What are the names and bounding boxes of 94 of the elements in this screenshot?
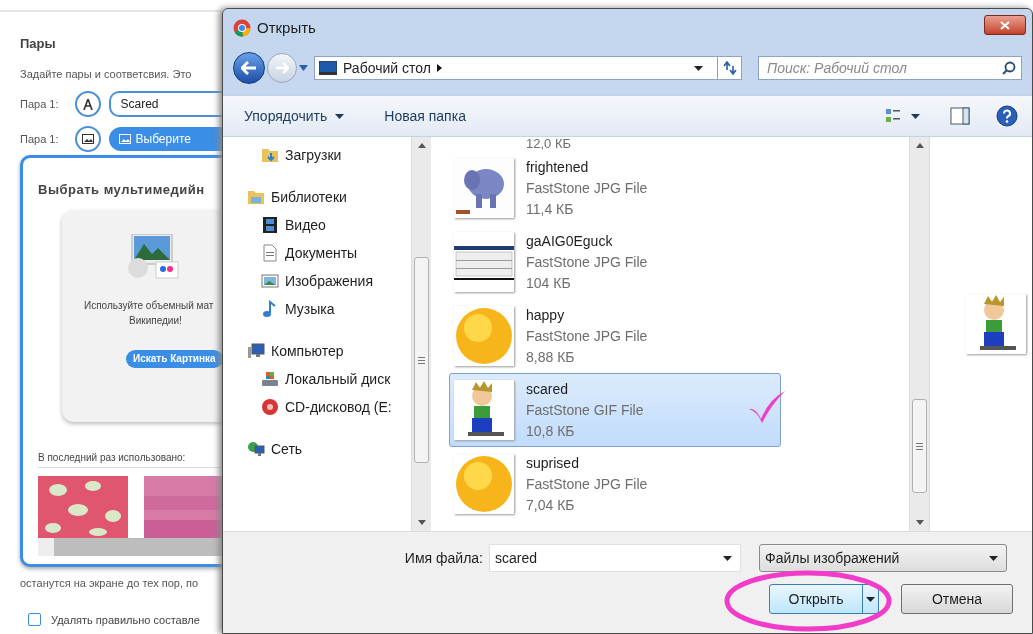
file-name: happy — [526, 305, 566, 325]
network-icon — [247, 440, 265, 458]
text-mode-button[interactable] — [74, 91, 101, 117]
nav-item[interactable]: Библиотеки — [223, 183, 411, 211]
back-button[interactable] — [233, 52, 265, 84]
letter-icon — [82, 98, 93, 110]
file-size: 8,88 КБ — [526, 347, 576, 367]
scrollbar[interactable] — [411, 137, 431, 531]
preview-pane-icon[interactable] — [950, 107, 970, 125]
file-name: suprised — [526, 453, 580, 473]
check-mark-icon — [747, 389, 787, 425]
window-title: Открыть — [257, 17, 316, 38]
nav-item[interactable]: Загрузки — [223, 141, 411, 169]
file-size: 11,4 КБ — [526, 199, 575, 219]
file-size: 104 КБ — [526, 273, 572, 293]
nav-item[interactable]: Изображения — [223, 267, 411, 295]
help-icon[interactable] — [996, 105, 1018, 127]
filename-label: Имя файла: — [403, 548, 484, 568]
scroll-up-icon[interactable] — [915, 143, 924, 148]
file-name: scared — [526, 379, 570, 399]
file-size: 12,0 КБ — [526, 137, 572, 150]
grip-icon — [916, 442, 923, 450]
document-icon — [261, 244, 279, 262]
section-title: Пары — [20, 35, 57, 53]
nav-item[interactable]: Музыка — [223, 295, 411, 323]
caret-icon — [335, 113, 345, 119]
desktop-icon — [319, 61, 337, 75]
nav-item[interactable]: Компьютер — [223, 337, 411, 365]
scrollbar[interactable] — [909, 137, 929, 531]
promo-text: Википедии! — [129, 313, 182, 328]
caret-icon — [989, 555, 998, 561]
file-type: FastStone JPG File — [526, 326, 648, 346]
left-arrow-icon — [241, 61, 257, 75]
file-item[interactable]: suprised FastStone JPG File 7,04 КБ — [449, 447, 781, 521]
file-type: FastStone JPG File — [526, 474, 648, 494]
drive-icon — [261, 370, 279, 388]
toolbar-button[interactable]: Упорядочить — [244, 105, 345, 127]
nav-item[interactable]: Видео — [223, 211, 411, 239]
note-text: останутся на экране до тех пор, по — [20, 576, 200, 591]
horizontal-scrollbar[interactable] — [38, 537, 222, 556]
chevron-icon[interactable] — [436, 64, 442, 72]
disc-icon — [261, 398, 279, 416]
scroll-down-icon[interactable] — [417, 520, 426, 525]
file-item[interactable]: frightened FastStone JPG File 11,4 КБ — [449, 151, 781, 225]
pair-label: Пара 1: — [20, 96, 59, 112]
image-icon — [81, 134, 94, 144]
view-icon[interactable] — [885, 108, 901, 124]
file-item[interactable]: scared FastStone GIF File 10,8 КБ — [449, 373, 781, 447]
file-item[interactable]: gaAIG0Eguck FastStone JPG File 104 КБ — [449, 225, 781, 299]
caret-icon[interactable] — [723, 555, 732, 561]
panel-title: Выбрать мультимедийн — [38, 181, 206, 199]
film-icon — [261, 216, 279, 234]
promo-text: Используйте объемный мат — [84, 298, 214, 313]
file-name: frightened — [526, 157, 590, 177]
address-bar[interactable]: Рабочий стол — [314, 56, 742, 80]
file-item[interactable]: happy FastStone JPG File 8,88 КБ — [449, 299, 781, 373]
file-type: FastStone JPG File — [526, 178, 648, 198]
search-icon[interactable] — [1002, 61, 1016, 75]
file-size: 10,8 КБ — [526, 421, 576, 441]
close-button[interactable] — [984, 15, 1026, 35]
close-icon — [1000, 20, 1010, 30]
file-name: gaAIG0Eguck — [526, 231, 614, 251]
caret-icon[interactable] — [694, 65, 703, 71]
caret-icon[interactable] — [911, 113, 920, 119]
file-type-dropdown[interactable]: Файлы изображений — [759, 544, 1007, 572]
pair-label: Пара 1: — [20, 131, 59, 147]
toolbar-button[interactable]: Новая папка — [384, 105, 466, 127]
open-button[interactable]: Открыть — [769, 584, 879, 614]
nav-item[interactable]: Документы — [223, 239, 411, 267]
file-size: 7,04 КБ — [526, 495, 576, 515]
image-icon — [261, 272, 279, 290]
checkbox[interactable] — [28, 613, 41, 627]
search-field[interactable]: Поиск: Рабочий стол — [758, 56, 1022, 80]
right-arrow-icon — [275, 62, 289, 74]
scroll-down-icon[interactable] — [915, 520, 924, 525]
filename-field[interactable]: scared — [489, 544, 741, 572]
refresh-icon[interactable] — [721, 61, 738, 75]
image-icon — [118, 134, 131, 144]
nav-item[interactable]: CD-дисковод (E: — [223, 393, 411, 421]
grip-icon — [418, 356, 425, 364]
checkbox-label: Удалять правильно составле — [51, 612, 200, 628]
caret-icon — [866, 596, 875, 602]
folder-icon — [261, 146, 279, 164]
file-type: FastStone GIF File — [526, 400, 644, 420]
image-mode-button[interactable] — [74, 126, 101, 152]
file-type: FastStone JPG File — [526, 252, 648, 272]
cancel-button[interactable]: Отмена — [901, 584, 1013, 614]
browser-icon — [233, 19, 251, 37]
nav-item[interactable]: Сеть — [223, 435, 411, 463]
computer-icon — [247, 342, 265, 360]
nav-item[interactable]: Локальный диск — [223, 365, 411, 393]
folder-icon — [247, 188, 265, 206]
scroll-up-icon[interactable] — [417, 143, 426, 148]
description: Задайте пары и соответсвия. Это — [20, 66, 193, 82]
